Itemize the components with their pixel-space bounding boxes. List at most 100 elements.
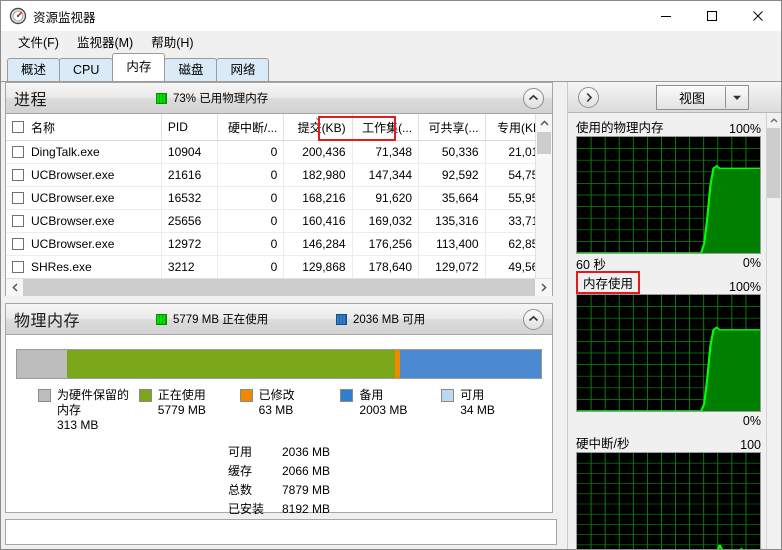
tab-cpu[interactable]: CPU bbox=[59, 58, 114, 81]
cell-hard_faults: 0 bbox=[218, 256, 285, 278]
table-row[interactable]: UCBrowser.exe 25656 0 160,416 169,032 135,316… bbox=[6, 210, 552, 233]
cell-shareable: 135,316 bbox=[419, 210, 486, 232]
process-panel-summary-text: 73% 已用物理内存 bbox=[173, 93, 269, 105]
process-panel-collapse-icon[interactable] bbox=[523, 87, 544, 109]
col-header-commit[interactable]: ⌄ 提交(KB) bbox=[284, 114, 353, 140]
legend-label: 可用 bbox=[460, 388, 485, 402]
memory-inuse-swatch-icon bbox=[156, 313, 167, 325]
menu-file[interactable]: 文件(F) bbox=[9, 30, 68, 54]
col-header-name[interactable]: 名称 bbox=[6, 114, 162, 140]
graph-canvas bbox=[576, 452, 761, 549]
memory-stat-key: 可用 bbox=[227, 445, 252, 459]
legend-value: 63 MB bbox=[258, 403, 294, 417]
cell-name: UCBrowser.exe bbox=[6, 164, 162, 186]
chevron-right-icon[interactable] bbox=[578, 86, 599, 108]
process-table-vertical-scrollbar[interactable] bbox=[535, 114, 552, 296]
menu-bar: 文件(F) 监视器(M) 帮助(H) bbox=[1, 31, 781, 53]
graph-scroll-up-icon[interactable] bbox=[767, 113, 781, 127]
col-header-shareable[interactable]: 可共享(... bbox=[419, 114, 486, 140]
cell-pid: 16532 bbox=[162, 187, 218, 209]
col-header-working-set[interactable]: 工作集(... bbox=[353, 114, 420, 140]
menu-monitor[interactable]: 监视器(M) bbox=[68, 30, 142, 54]
legend-item: 为硬件保留的 内存 313 MB bbox=[38, 388, 139, 433]
tab-network[interactable]: 网络 bbox=[216, 58, 270, 81]
cell-shareable: 35,664 bbox=[419, 187, 486, 209]
col-label-shareable: 可共享(... bbox=[428, 120, 479, 135]
scrollbar-thumb[interactable] bbox=[537, 132, 551, 154]
cell-shareable: 50,336 bbox=[419, 141, 486, 163]
table-row[interactable]: SHRes.exe 3212 0 129,868 178,640 129,072 49,56… bbox=[6, 256, 552, 279]
graph-block: 使用的物理内存 100% 60 秒 0% bbox=[576, 117, 761, 272]
process-name: UCBrowser.exe bbox=[31, 237, 115, 251]
view-button[interactable]: 视图 bbox=[655, 85, 749, 110]
row-checkbox[interactable] bbox=[12, 261, 24, 273]
minimize-button[interactable] bbox=[643, 1, 689, 31]
col-header-pid[interactable]: PID bbox=[162, 114, 218, 140]
physical-memory-panel: 物理内存 5779 MB 正在使用 2036 MB 可用 为硬件保留的 内存 3… bbox=[5, 303, 553, 516]
memory-stat-key: 总数 bbox=[227, 483, 252, 497]
process-table-header: 名称 PID 硬中断/... ⌄ 提交(KB) 工作集(... 可共享(... … bbox=[6, 114, 552, 141]
main-content: 进程 73% 已用物理内存 名称 PID 硬中断/... ⌄ 提交(KB) 工作… bbox=[1, 82, 781, 549]
physical-memory-collapse-icon[interactable] bbox=[523, 308, 544, 330]
col-header-hard-faults[interactable]: 硬中断/... bbox=[218, 114, 285, 140]
memory-stat-value: 2066 MB bbox=[281, 464, 331, 478]
process-table-horizontal-scrollbar[interactable] bbox=[6, 278, 552, 296]
scroll-left-icon[interactable] bbox=[6, 279, 23, 296]
col-label-pid: PID bbox=[167, 120, 188, 134]
tab-overview[interactable]: 概述 bbox=[7, 58, 61, 81]
cell-working_set: 178,640 bbox=[353, 256, 420, 278]
chevron-down-icon[interactable] bbox=[725, 87, 748, 108]
cell-commit: 129,868 bbox=[284, 256, 353, 278]
process-name: UCBrowser.exe bbox=[31, 191, 115, 205]
graph-panel-scrollbar[interactable] bbox=[766, 113, 781, 549]
tab-disk[interactable]: 磁盘 bbox=[164, 58, 218, 81]
scroll-right-icon[interactable] bbox=[535, 279, 552, 296]
process-table-body: DingTalk.exe 10904 0 200,436 71,348 50,336 21,… bbox=[6, 141, 552, 296]
tab-memory[interactable]: 内存 bbox=[112, 53, 166, 81]
legend-swatch-icon bbox=[38, 389, 51, 402]
cell-commit: 146,284 bbox=[284, 233, 353, 255]
maximize-button[interactable] bbox=[689, 1, 735, 31]
graph-list: 使用的物理内存100%60 秒0%内存使用100%0%硬中断/秒1000 bbox=[568, 113, 767, 549]
legend-value: 313 MB bbox=[57, 418, 99, 432]
table-row[interactable]: UCBrowser.exe 12972 0 146,284 176,256 113,400… bbox=[6, 233, 552, 256]
legend-label: 备用 bbox=[359, 388, 384, 402]
scroll-up-icon[interactable] bbox=[536, 114, 552, 131]
process-name: DingTalk.exe bbox=[31, 145, 100, 159]
legend-swatch-icon bbox=[138, 389, 152, 402]
memory-segment-in-use bbox=[67, 350, 396, 378]
legend-item: 备用 2003 MB bbox=[340, 388, 441, 433]
physical-memory-header[interactable]: 物理内存 5779 MB 正在使用 2036 MB 可用 bbox=[6, 304, 552, 335]
graph-panel-toolbar: 视图 bbox=[568, 82, 781, 113]
close-button[interactable] bbox=[735, 1, 781, 31]
cell-commit: 168,216 bbox=[284, 187, 353, 209]
hscroll-thumb[interactable] bbox=[23, 279, 535, 296]
process-panel-summary: 73% 已用物理内存 bbox=[156, 90, 268, 106]
select-all-checkbox[interactable] bbox=[12, 121, 24, 133]
memory-stats-table: 可用 2036 MB 缓存 2066 MB 总数 7879 MB 已安装 8192 MB bbox=[228, 443, 330, 519]
memory-stat-row: 可用 2036 MB bbox=[228, 443, 330, 462]
table-row[interactable]: DingTalk.exe 10904 0 200,436 71,348 50,336 21,… bbox=[6, 141, 552, 164]
legend-swatch-icon bbox=[441, 389, 455, 402]
graph-panel: 视图 使用的物理内存100%60 秒0%内存使用100%0%硬中断/秒1000 bbox=[567, 82, 781, 549]
cell-pid: 12972 bbox=[162, 233, 218, 255]
row-checkbox[interactable] bbox=[12, 169, 24, 181]
cell-name: DingTalk.exe bbox=[6, 141, 162, 163]
hscroll-track[interactable] bbox=[23, 279, 535, 296]
table-row[interactable]: UCBrowser.exe 21616 0 182,980 147,344 92,592 5… bbox=[6, 164, 552, 187]
row-checkbox[interactable] bbox=[12, 238, 24, 250]
graph-scrollbar-thumb[interactable] bbox=[767, 128, 780, 198]
row-checkbox[interactable] bbox=[12, 192, 24, 204]
cell-hard_faults: 0 bbox=[218, 164, 285, 186]
menu-help[interactable]: 帮助(H) bbox=[142, 30, 202, 54]
process-panel-header[interactable]: 进程 73% 已用物理内存 bbox=[6, 83, 552, 114]
graph-canvas bbox=[576, 136, 761, 254]
table-row[interactable]: UCBrowser.exe 16532 0 168,216 91,620 35,664 55… bbox=[6, 187, 552, 210]
graph-time-label: 60 秒 bbox=[576, 257, 606, 272]
row-checkbox[interactable] bbox=[12, 146, 24, 158]
col-label-working-set: 工作集(... bbox=[362, 120, 413, 135]
sort-descending-icon: ⌄ bbox=[314, 114, 322, 122]
legend-value: 5779 MB bbox=[157, 403, 206, 417]
memory-stat-key: 已安装 bbox=[227, 502, 264, 516]
row-checkbox[interactable] bbox=[12, 215, 24, 227]
